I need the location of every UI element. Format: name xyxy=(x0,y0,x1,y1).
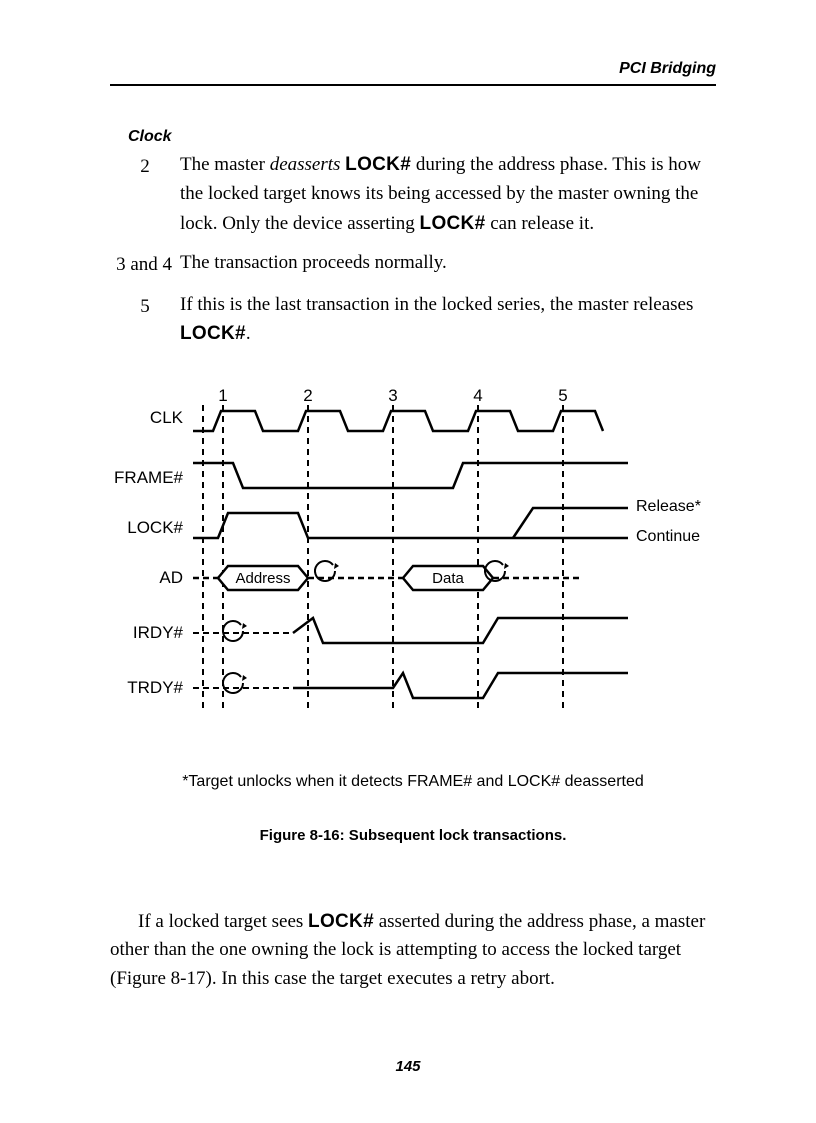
clock-entry: 3 and 4 The transaction proceeds normall… xyxy=(110,248,716,279)
signal-label: CLK xyxy=(150,408,184,427)
tick-label: 4 xyxy=(473,386,482,405)
signal-label: AD xyxy=(159,568,183,587)
clock-entry: 5 If this is the last transaction in the… xyxy=(110,290,716,349)
entry-num: 5 xyxy=(110,290,180,349)
entry-text: If this is the last transaction in the l… xyxy=(180,290,716,349)
page-number: 145 xyxy=(0,1058,816,1075)
lock-release-branch xyxy=(513,508,628,538)
data-bubble-label: Data xyxy=(432,570,464,587)
release-label: Release* xyxy=(636,498,701,515)
turnaround-icon xyxy=(223,621,247,641)
header-title: PCI Bridging xyxy=(619,60,716,77)
tick-labels: 1 2 3 4 5 xyxy=(218,386,567,405)
timing-diagram-svg: 1 2 3 4 5 CLK FRAME# LOCK# AD IRDY# TRDY… xyxy=(103,383,723,723)
signal-label: IRDY# xyxy=(133,623,184,642)
entry-text: The transaction proceeds normally. xyxy=(180,248,716,279)
entry-text: The master deasserts LOCK# during the ad… xyxy=(180,150,716,238)
turnaround-icon xyxy=(223,673,247,693)
trdy-wave xyxy=(293,673,628,698)
tick-label: 5 xyxy=(558,386,567,405)
body-paragraph: If a locked target sees LOCK# asserted d… xyxy=(110,908,716,994)
running-head: PCI Bridging xyxy=(110,60,716,86)
signal-label: TRDY# xyxy=(127,678,183,697)
entry-num: 2 xyxy=(110,150,180,238)
signal-label: LOCK# xyxy=(127,518,183,537)
clk-wave xyxy=(193,411,603,431)
address-bubble-label: Address xyxy=(235,570,290,587)
tick-label: 1 xyxy=(218,386,227,405)
continue-label: Continue xyxy=(636,528,700,545)
signal-labels: CLK FRAME# LOCK# AD IRDY# TRDY# xyxy=(114,408,184,697)
irdy-wave xyxy=(293,618,628,643)
clock-edge-lines xyxy=(203,405,563,713)
figure-caption: Figure 8-16: Subsequent lock transaction… xyxy=(113,827,713,844)
tick-label: 2 xyxy=(303,386,312,405)
clock-heading: Clock xyxy=(128,128,716,146)
entry-num: 3 and 4 xyxy=(110,248,180,279)
clock-entry: 2 The master deasserts LOCK# during the … xyxy=(110,150,716,238)
turnaround-icon xyxy=(315,561,339,581)
lock-wave-main xyxy=(193,513,513,538)
timing-diagram-figure: 1 2 3 4 5 CLK FRAME# LOCK# AD IRDY# TRDY… xyxy=(113,383,713,844)
figure-footnote: *Target unlocks when it detects FRAME# a… xyxy=(113,773,713,791)
tick-label: 3 xyxy=(388,386,397,405)
signal-label: FRAME# xyxy=(114,468,184,487)
